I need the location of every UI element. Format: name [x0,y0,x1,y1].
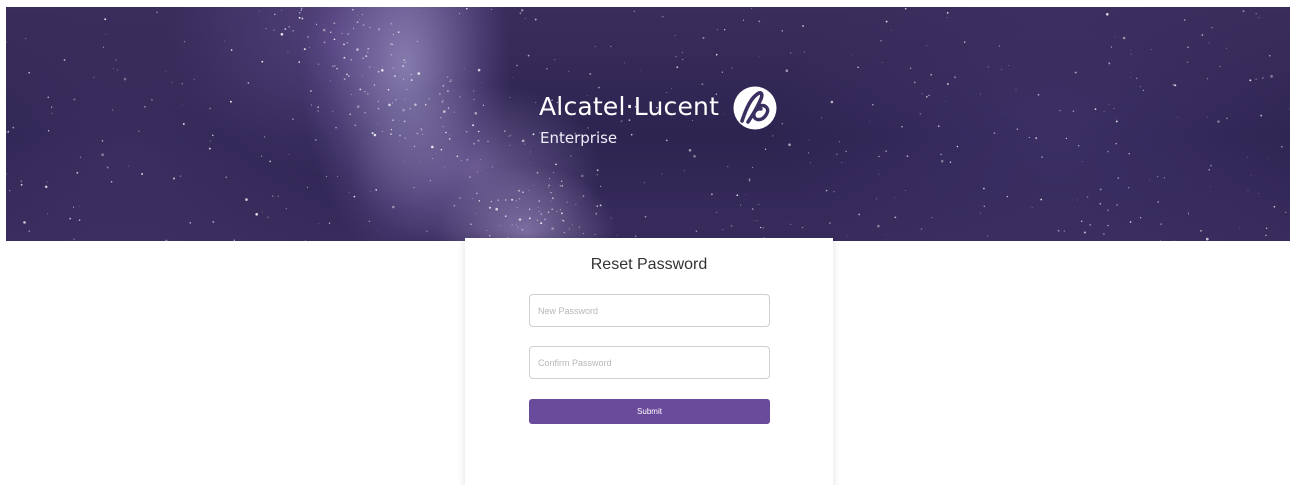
submit-button[interactable]: Submit [529,399,770,424]
hero-banner: Alcatel·Lucent Enterprise [6,7,1290,241]
card-title: Reset Password [590,256,708,273]
brand-subtitle: Enterprise [540,129,618,147]
brand: Alcatel·Lucent Enterprise [539,84,784,164]
reset-password-page: Alcatel·Lucent Enterprise Reset Password… [0,0,1290,485]
alcatel-lucent-logo-icon [733,86,777,130]
confirm-password-input[interactable] [529,346,770,379]
brand-name: Alcatel·Lucent [539,92,720,121]
new-password-input[interactable] [529,294,770,327]
reset-password-card: Reset Password Submit [465,238,833,485]
